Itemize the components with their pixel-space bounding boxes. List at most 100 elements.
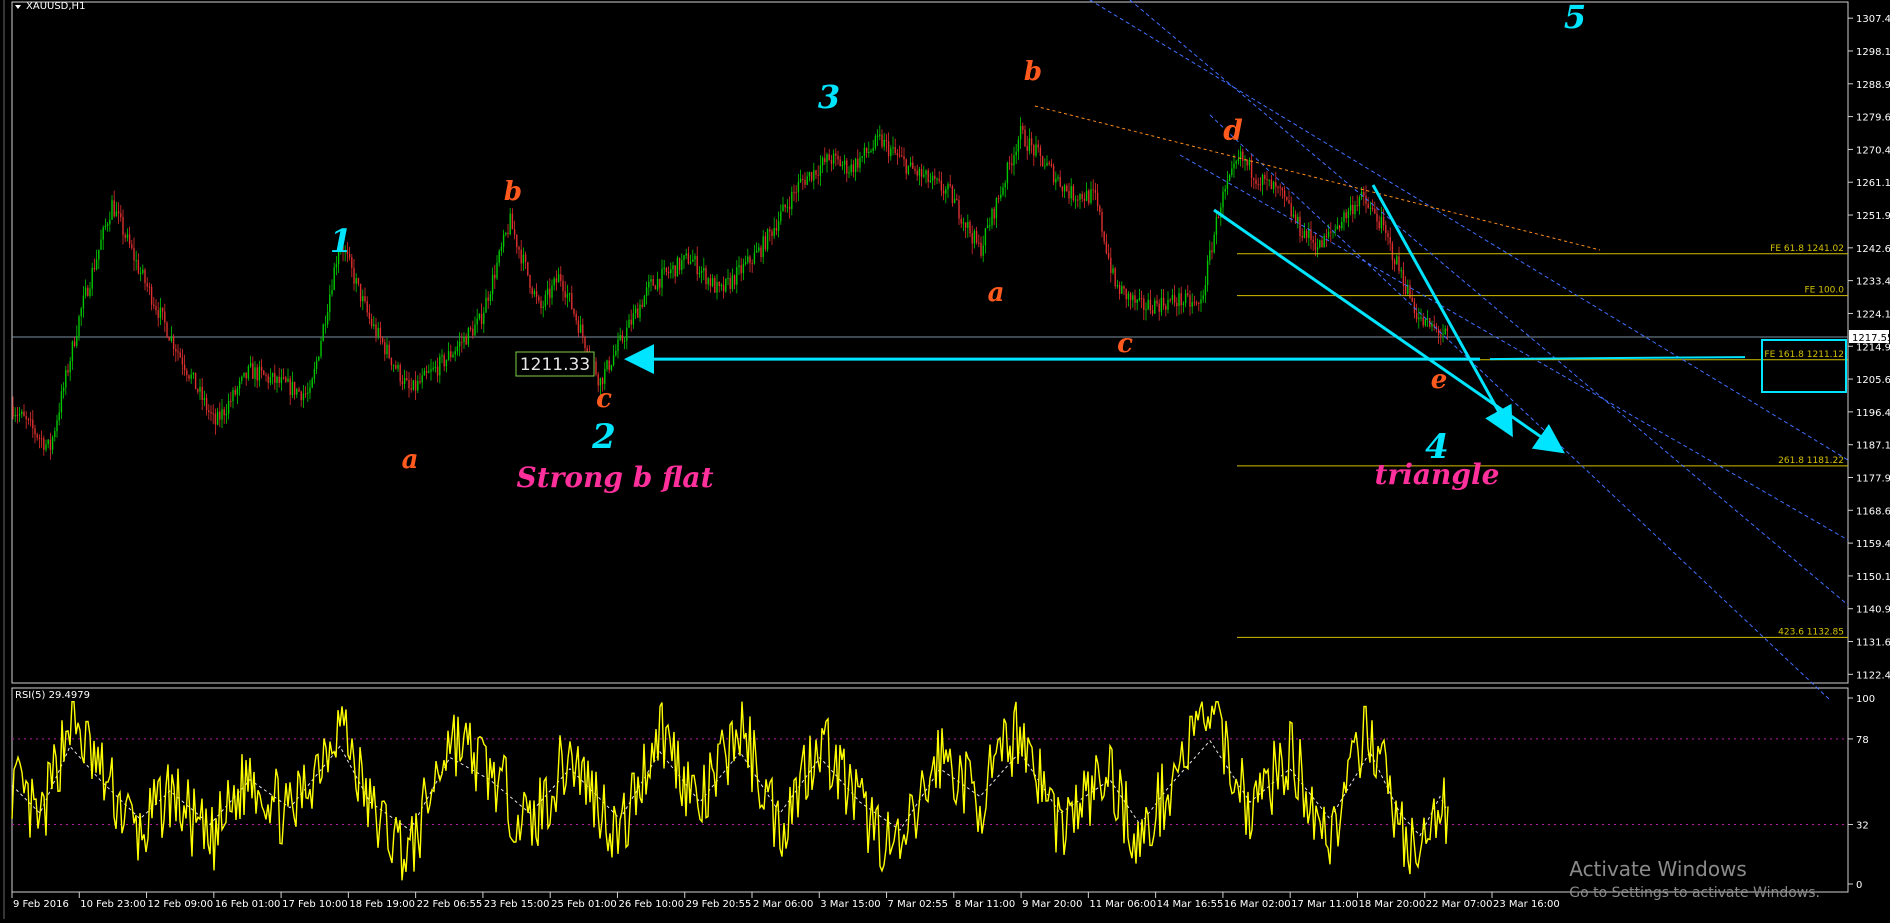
candle-body [628, 319, 630, 328]
candle-body [1248, 159, 1251, 166]
candle-body [234, 390, 236, 395]
candle-body [707, 278, 709, 285]
candle-body [139, 272, 142, 274]
candle-body [914, 168, 916, 171]
candle-body [905, 159, 907, 174]
candle-body [124, 235, 126, 238]
candle-body [216, 411, 219, 425]
dropdown-arrow-icon [15, 5, 21, 9]
candle-body [984, 228, 987, 246]
candle-body [667, 271, 670, 274]
candle-body [91, 267, 93, 289]
candle-body [1363, 191, 1365, 196]
candle-body [197, 389, 199, 392]
candle-body [1391, 243, 1394, 261]
candle-body [1004, 183, 1006, 188]
trading-chart[interactable]: 1307.441298.191288.941279.691270.441261.… [0, 0, 1890, 919]
candle-body [685, 253, 687, 256]
candle-body [1202, 295, 1204, 300]
candle-body [978, 242, 980, 244]
candle-body [828, 154, 830, 161]
candle-body [219, 411, 221, 420]
candle-body [1035, 144, 1037, 156]
candle-body [1143, 298, 1145, 310]
candle-body [865, 147, 868, 154]
candle-body [476, 318, 478, 325]
candle-body [874, 136, 877, 148]
candle-body [524, 254, 527, 262]
candle-body [1169, 299, 1171, 301]
candle-body [89, 288, 91, 297]
candle-body [271, 373, 274, 378]
candle-body [881, 134, 883, 147]
candle-body [1107, 253, 1110, 258]
candle-body [254, 367, 256, 379]
candle-body [1114, 268, 1116, 287]
candle-body [45, 444, 47, 450]
candle-body [1158, 303, 1160, 312]
candle-body [538, 296, 540, 301]
candle-body [1037, 144, 1039, 148]
candle-body [1118, 285, 1121, 294]
candle-body [1017, 139, 1020, 152]
time-tick-label: 25 Feb 01:00 [551, 899, 617, 910]
candle-body [1195, 302, 1198, 304]
candle-body [199, 387, 201, 392]
candle-body [573, 308, 575, 314]
candle-body [659, 278, 661, 288]
candle-body [824, 157, 826, 163]
candle-body [850, 164, 852, 173]
candle-body [813, 170, 815, 181]
candle-body [472, 328, 474, 336]
candle-body [940, 180, 943, 191]
candle-body [397, 364, 399, 369]
candle-body [760, 247, 762, 258]
candle-body [1182, 303, 1185, 305]
candle-body [150, 287, 153, 305]
candle-body [949, 184, 951, 186]
candle-body [1209, 250, 1211, 261]
candle-body [887, 141, 890, 157]
candle-body [1147, 299, 1149, 310]
candle-body [1068, 191, 1070, 199]
candle-body [1125, 288, 1127, 300]
candle-body [1382, 216, 1385, 226]
candle-body [276, 376, 278, 383]
candle-body [243, 372, 245, 377]
rsi-tick-label: 32 [1856, 820, 1869, 831]
price-chart-svg[interactable]: 1307.441298.191288.941279.691270.441261.… [0, 0, 1890, 919]
candle-body [507, 232, 509, 235]
candle-body [412, 380, 415, 390]
candle-body [703, 268, 705, 271]
candle-body [1393, 260, 1396, 265]
candle-body [1072, 186, 1075, 200]
price-tick-label: 1288.94 [1856, 80, 1890, 91]
candle-body [1129, 293, 1132, 301]
candle-body [1444, 328, 1446, 335]
candle-body [1336, 225, 1339, 230]
candle-body [694, 256, 696, 260]
candle-body [678, 257, 681, 270]
candle-body [626, 327, 628, 341]
candle-body [841, 164, 844, 167]
time-tick-label: 8 Mar 11:00 [955, 899, 1015, 910]
candle-body [238, 380, 241, 389]
candle-body [518, 247, 520, 250]
candle-body [291, 381, 294, 396]
candle-body [535, 291, 538, 297]
candle-body [795, 192, 797, 194]
candle-body [280, 377, 283, 383]
candle-body [749, 256, 751, 264]
candle-body [896, 153, 899, 156]
candle-body [1002, 187, 1004, 195]
candle-body [135, 260, 137, 262]
candle-body [1028, 138, 1031, 151]
candle-body [553, 278, 555, 286]
candle-body [364, 296, 366, 302]
candle-body [177, 351, 179, 353]
candle-body [166, 322, 168, 338]
candle-body [722, 284, 725, 292]
activate-windows-watermark: Activate Windows Go to Settings to activ… [1569, 857, 1820, 901]
candle-body [1343, 212, 1345, 222]
candle-body [918, 168, 921, 176]
